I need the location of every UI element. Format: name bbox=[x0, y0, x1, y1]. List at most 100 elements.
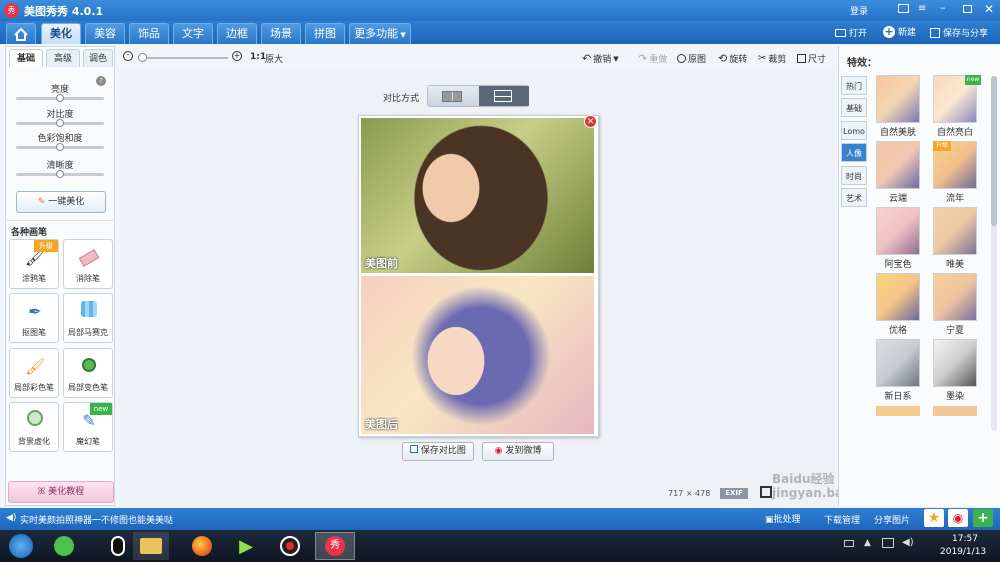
side-by-side-button[interactable] bbox=[428, 86, 478, 106]
after-photo[interactable]: 美图后 bbox=[361, 276, 594, 434]
top-bottom-button[interactable] bbox=[479, 86, 529, 106]
batch-process-button[interactable]: ▣批处理 bbox=[765, 512, 801, 525]
brush-local-color[interactable]: 🖌 局部彩色笔 bbox=[9, 348, 59, 398]
effect-new-japanese[interactable]: 新日系 bbox=[872, 339, 924, 403]
fit-view-icon[interactable] bbox=[760, 486, 772, 498]
weibo-icon[interactable]: ◉ bbox=[948, 509, 968, 527]
tab-advanced[interactable]: 高级 bbox=[46, 49, 80, 67]
effect-natural-white[interactable]: new 自然亮白 bbox=[929, 75, 981, 139]
effects-scrollbar[interactable] bbox=[991, 76, 997, 431]
brush-cutout[interactable]: ✒ 抠图笔 bbox=[9, 293, 59, 343]
brightness-slider[interactable] bbox=[16, 94, 104, 102]
tab-scenes[interactable]: 场景 bbox=[261, 23, 301, 44]
taskbar-app-media[interactable]: ▶ bbox=[228, 532, 264, 560]
tab-art[interactable]: 艺术 bbox=[841, 188, 867, 207]
zoom-in-icon[interactable]: + bbox=[232, 51, 242, 61]
effect-cloud[interactable]: 云端 bbox=[872, 141, 924, 205]
message-icon[interactable] bbox=[898, 4, 909, 13]
saturation-knob[interactable] bbox=[56, 143, 64, 151]
taskbar-app-explorer[interactable] bbox=[133, 532, 169, 560]
taskbar-app-recorder[interactable] bbox=[272, 532, 308, 560]
redo-button[interactable]: ↷ 重做 bbox=[638, 52, 667, 65]
taskbar-app-meitu[interactable]: 秀 bbox=[315, 532, 355, 560]
effect-fleeting-years[interactable]: 升级 流年 bbox=[929, 141, 981, 205]
rotate-button[interactable]: ⟲ 旋转 bbox=[718, 52, 747, 65]
zoom-ratio-button[interactable]: 1:1 bbox=[250, 52, 266, 62]
clock-time[interactable]: 17:57 bbox=[952, 534, 978, 544]
resize-button[interactable]: 尺寸 bbox=[797, 52, 826, 65]
before-photo[interactable]: 美图前 bbox=[361, 118, 594, 273]
zoom-knob[interactable] bbox=[138, 53, 147, 62]
saturation-slider[interactable] bbox=[16, 143, 104, 151]
tray-expand-icon[interactable]: ▲ bbox=[864, 538, 871, 548]
original-size-button[interactable]: 原大 bbox=[265, 52, 283, 65]
effect-dreamy[interactable]: 唯美 bbox=[929, 207, 981, 271]
brush-magic[interactable]: ✎ new 魔幻笔 bbox=[63, 402, 113, 452]
contrast-knob[interactable] bbox=[56, 119, 64, 127]
tab-collage[interactable]: 拼图 bbox=[305, 23, 345, 44]
tray-network-icon[interactable] bbox=[882, 538, 894, 548]
menu-icon[interactable]: ≡ bbox=[918, 3, 926, 14]
tab-more-features[interactable]: 更多功能 ▼ bbox=[349, 23, 411, 44]
effect-youge[interactable]: 优格 bbox=[872, 273, 924, 337]
minimize-icon[interactable]: – bbox=[940, 1, 946, 14]
maximize-icon[interactable] bbox=[963, 5, 972, 13]
tab-color-tone[interactable]: 调色 bbox=[83, 49, 113, 67]
close-icon[interactable]: ✕ bbox=[984, 2, 994, 16]
send-weibo-button[interactable]: ◉ 发到微博 bbox=[482, 442, 554, 461]
new-button[interactable]: + 新建 bbox=[883, 25, 916, 38]
brush-eraser[interactable]: 消除笔 bbox=[63, 239, 113, 289]
brush-background-blur[interactable]: 背景虚化 bbox=[9, 402, 59, 452]
tray-keyboard-icon[interactable] bbox=[844, 540, 854, 547]
close-compare-icon[interactable]: ✕ bbox=[584, 115, 597, 128]
tab-portrait[interactable]: 人像 bbox=[841, 143, 867, 162]
tab-text[interactable]: 文字 bbox=[173, 23, 213, 44]
taskbar-app-firefox[interactable] bbox=[184, 532, 220, 560]
zoom-slider[interactable] bbox=[138, 53, 228, 62]
plus-icon[interactable]: + bbox=[973, 509, 993, 527]
contrast-slider[interactable] bbox=[16, 119, 104, 127]
tab-frames[interactable]: 边框 bbox=[217, 23, 257, 44]
tab-beauty[interactable]: 美容 bbox=[85, 23, 125, 44]
tab-lomo[interactable]: Lomo bbox=[841, 121, 867, 140]
brush-mosaic[interactable]: 局部马赛克 bbox=[63, 293, 113, 343]
tab-basic[interactable]: 基础 bbox=[9, 49, 43, 67]
tab-basic-effects[interactable]: 基础 bbox=[841, 98, 867, 117]
login-link[interactable]: 登录 bbox=[850, 4, 868, 17]
effect-ink[interactable]: 墨染 bbox=[929, 339, 981, 403]
tutorial-button[interactable]: ꕤ 美化教程 bbox=[8, 481, 114, 503]
zoom-out-icon[interactable]: - bbox=[123, 51, 133, 61]
resize-icon bbox=[797, 54, 806, 63]
taskbar-app-qq[interactable] bbox=[100, 532, 136, 560]
status-message-link[interactable]: 实时美颜拍照神器一不修图也能美美哒 bbox=[20, 513, 173, 526]
tab-decorations[interactable]: 饰品 bbox=[129, 23, 169, 44]
open-button[interactable]: 打开 bbox=[835, 26, 867, 39]
brightness-knob[interactable] bbox=[56, 94, 64, 102]
effect-natural-skin[interactable]: 自然美肤 bbox=[872, 75, 924, 139]
save-share-button[interactable]: 保存与分享 bbox=[930, 26, 988, 39]
sharpness-knob[interactable] bbox=[56, 170, 64, 178]
tab-fashion[interactable]: 时尚 bbox=[841, 166, 867, 185]
crop-button[interactable]: ✂ 裁剪 bbox=[758, 52, 786, 65]
brush-color-change[interactable]: 局部变色笔 bbox=[63, 348, 113, 398]
effect-abao[interactable]: 阿宝色 bbox=[872, 207, 924, 271]
scrollbar-thumb[interactable] bbox=[991, 76, 997, 226]
original-image-button[interactable]: 原图 bbox=[677, 52, 706, 65]
tab-hot[interactable]: 热门 bbox=[841, 76, 867, 95]
save-compare-button[interactable]: 保存对比图 bbox=[402, 442, 474, 461]
taskbar-app-360[interactable] bbox=[46, 532, 82, 560]
effect-ningxia[interactable]: 宁夏 bbox=[929, 273, 981, 337]
download-manager-button[interactable]: 下载管理 bbox=[824, 513, 860, 526]
undo-button[interactable]: ↶ 撤销 ▼ bbox=[582, 52, 619, 65]
share-image-button[interactable]: 分享图片 bbox=[874, 513, 910, 526]
start-button[interactable] bbox=[2, 532, 40, 560]
tab-beautify[interactable]: 美化 bbox=[41, 23, 81, 44]
brush-doodle[interactable]: 🖌 升级 涂鸦笔 bbox=[9, 239, 59, 289]
sharpness-slider[interactable] bbox=[16, 170, 104, 178]
star-icon[interactable]: ★ bbox=[924, 509, 944, 527]
home-tab[interactable] bbox=[6, 23, 36, 44]
one-click-beautify-button[interactable]: ✎ 一键美化 bbox=[16, 191, 106, 213]
clock-date[interactable]: 2019/1/13 bbox=[940, 547, 986, 557]
tray-volume-icon[interactable]: ◀) bbox=[902, 537, 914, 548]
exif-button[interactable]: EXIF bbox=[720, 488, 748, 499]
